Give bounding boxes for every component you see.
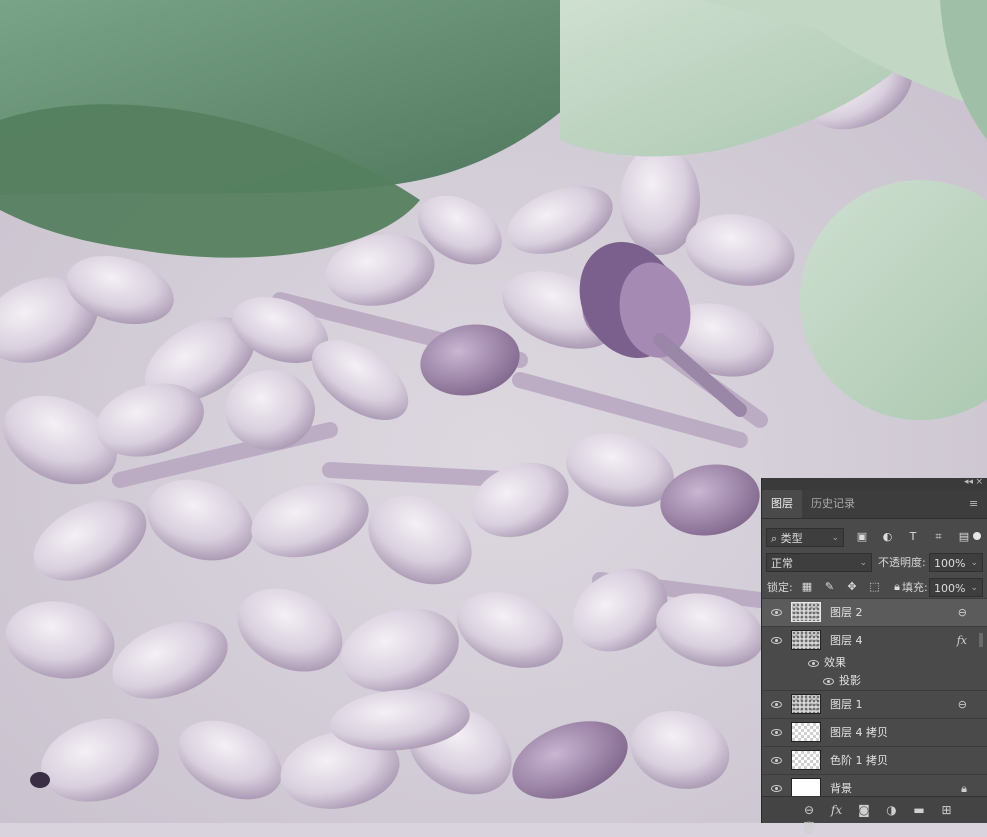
layer-thumbnail [791, 602, 821, 622]
search-icon: ⌕ [771, 532, 778, 545]
lock-transparent-icon[interactable]: ▦ [800, 579, 814, 595]
filter-icons: ▣ ◐ T ⌗ ▤ [854, 529, 978, 545]
adjustment-layer-icon[interactable]: ◑ [883, 801, 901, 819]
bottom-icons: ⊖ fx ◙ ◑ ▬ ⊞ 🗑︎ [800, 801, 987, 837]
shape-filter-icon[interactable]: ⌗ [931, 529, 947, 545]
panel-bottom-bar: ⊖ fx ◙ ◑ ▬ ⊞ 🗑︎ [762, 796, 987, 835]
visibility-eye-icon[interactable] [771, 783, 782, 794]
filter-kind-dropdown[interactable]: ⌕ 类型 ⌄ [766, 528, 844, 547]
layer-thumbnail [791, 630, 821, 650]
layer-row[interactable]: 色阶 1 拷贝 [762, 746, 987, 774]
layer-name: 图层 4 拷贝 [830, 726, 888, 739]
visibility-eye-icon[interactable] [771, 699, 782, 710]
layers-list: 图层 2 ⊖ 图层 4 fx 效果 投影 图层 1 ⊖ 图层 4 拷贝 色阶 1… [762, 598, 987, 802]
layer-row[interactable]: 图层 2 ⊖ [762, 598, 987, 626]
filter-toggle[interactable] [973, 532, 981, 540]
image-filter-icon[interactable]: ▣ [854, 529, 870, 545]
panel-top-strip: ◂◂ × [762, 477, 987, 490]
panel-menu-icon[interactable]: ≡ [969, 498, 981, 510]
expand-toggle[interactable] [979, 633, 983, 647]
layer-name: 图层 1 [830, 698, 863, 711]
filter-kind-label: 类型 [780, 532, 803, 545]
fill-label: 填充: [902, 581, 928, 594]
add-mask-icon[interactable]: ◙ [855, 801, 873, 819]
layer-name: 图层 4 [830, 634, 863, 647]
opacity-value: 100% [934, 557, 966, 570]
lock-icon: 🔒︎ [961, 782, 967, 795]
tab-layers[interactable]: 图层 [762, 490, 802, 518]
visibility-eye-icon[interactable] [771, 607, 782, 618]
opacity-label: 不透明度: [878, 556, 926, 569]
text-filter-icon[interactable]: T [905, 529, 921, 545]
lock-position-icon[interactable]: ✥ [845, 579, 859, 595]
link-layers-icon[interactable]: ⊖ [800, 801, 818, 819]
delete-trash-icon[interactable]: 🗑︎ [800, 819, 818, 837]
chevron-down-icon: ⌄ [970, 583, 978, 593]
add-style-fx-icon[interactable]: fx [828, 801, 846, 819]
visibility-eye-icon[interactable] [771, 755, 782, 766]
lock-image-icon[interactable]: ✎ [823, 579, 837, 595]
effects-label: 效果 [824, 656, 846, 669]
layer-thumbnail [791, 778, 821, 798]
link-icon: ⊖ [957, 698, 967, 711]
layer-row[interactable]: 图层 4 fx [762, 626, 987, 654]
chevron-down-icon: ⌄ [831, 533, 839, 543]
link-icon: ⊖ [957, 606, 967, 619]
blend-row: 正常 ⌄ 不透明度: 100% ⌄ [762, 550, 987, 575]
fill-value: 100% [934, 582, 966, 595]
layer-name: 色阶 1 拷贝 [830, 754, 888, 767]
chevron-down-icon: ⌄ [859, 558, 867, 568]
lock-artboard-icon[interactable]: ⬚ [868, 579, 882, 595]
drop-shadow-label: 投影 [839, 674, 861, 687]
lock-label: 锁定: [767, 581, 793, 594]
blend-mode-label: 正常 [771, 557, 793, 570]
fill-input[interactable]: 100% ⌄ [929, 578, 983, 597]
visibility-eye-icon[interactable] [771, 635, 782, 646]
collapse-icon[interactable]: ◂◂ [964, 477, 973, 487]
chevron-down-icon: ⌄ [970, 558, 978, 568]
new-group-folder-icon[interactable]: ▬ [910, 801, 928, 819]
layer-name: 图层 2 [830, 606, 863, 619]
effect-drop-shadow-row[interactable]: 投影 [762, 672, 987, 690]
close-panel-icon[interactable]: × [975, 477, 983, 487]
visibility-eye-icon[interactable] [771, 727, 782, 738]
effects-row[interactable]: 效果 [762, 654, 987, 672]
effects-fx-icon[interactable]: fx [957, 634, 967, 647]
new-layer-icon[interactable]: ⊞ [938, 801, 956, 819]
layer-row[interactable]: 图层 4 拷贝 [762, 718, 987, 746]
smart-object-filter-icon[interactable]: ▤ [956, 529, 972, 545]
adjustment-filter-icon[interactable]: ◐ [880, 529, 896, 545]
visibility-eye-icon[interactable] [808, 658, 819, 669]
visibility-eye-icon[interactable] [823, 676, 834, 687]
blend-mode-dropdown[interactable]: 正常 ⌄ [766, 553, 872, 572]
layer-row[interactable]: 图层 1 ⊖ [762, 690, 987, 718]
lock-row: 锁定: ▦ ✎ ✥ ⬚ 🔒︎ 填充: 100% ⌄ [762, 575, 987, 600]
layers-panel: ◂◂ × 图层 历史记录 ≡ ⌕ 类型 ⌄ ▣ ◐ T ⌗ ▤ 正常 ⌄ 不透明… [762, 477, 987, 835]
panel-tabs: 图层 历史记录 ≡ [762, 490, 987, 519]
opacity-input[interactable]: 100% ⌄ [929, 553, 983, 572]
layer-thumbnail [791, 750, 821, 770]
lock-icons: ▦ ✎ ✥ ⬚ 🔒︎ [800, 579, 909, 595]
tab-history[interactable]: 历史记录 [802, 490, 864, 518]
layer-thumbnail [791, 694, 821, 714]
layer-thumbnail [791, 722, 821, 742]
filter-row: ⌕ 类型 ⌄ ▣ ◐ T ⌗ ▤ [762, 525, 987, 550]
